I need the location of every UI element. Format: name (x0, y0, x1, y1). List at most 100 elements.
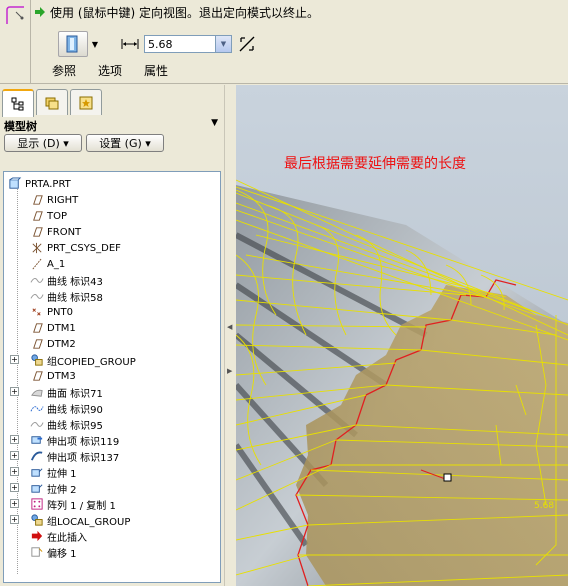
tree-row-label: 组LOCAL_GROUP (47, 516, 131, 528)
expand-icon[interactable]: + (10, 451, 19, 460)
datum-axis-icon (32, 258, 42, 270)
tree-row[interactable]: 组COPIED_GROUP (30, 352, 136, 368)
curve-blue-icon (30, 406, 44, 412)
tree-row[interactable]: DTM2 (30, 336, 76, 352)
tree-row[interactable]: 阵列 1 / 复制 1 (30, 496, 116, 512)
extrude-icon (31, 484, 43, 493)
curve-icon (30, 294, 44, 299)
model-tree-icon (11, 97, 24, 111)
tree-row[interactable]: PNT0 (30, 304, 73, 320)
expand-icon[interactable]: + (10, 483, 19, 492)
dimension-icon (121, 39, 139, 49)
datum-plane-icon (33, 211, 43, 221)
graphics-window[interactable]: 最后根据需要延伸需要的长度 5.68 (236, 85, 568, 586)
tree-row-label: DTM2 (47, 338, 76, 350)
tree-row[interactable]: 曲线 标识95 (30, 416, 103, 432)
tree-row[interactable]: DTM3 (30, 368, 76, 384)
dashboard-tabs: 参照 选项 属性 (52, 62, 190, 79)
insert-here-icon (31, 530, 43, 542)
sweep-icon (31, 451, 43, 461)
model-tree: PRTA.PRT RIGHT TOP FRONT PRT_CSYS_DEF A_1 曲线 标… (3, 171, 221, 583)
tree-row[interactable]: PRTA.PRT (8, 176, 71, 192)
expand-icon[interactable]: + (10, 499, 19, 508)
tree-row-label: DTM1 (47, 322, 76, 334)
tree-row-label: 曲线 标识95 (47, 420, 103, 432)
expand-icon[interactable]: + (10, 435, 19, 444)
tree-row[interactable]: 拉伸 2 (30, 480, 77, 496)
tree-row-label: 曲线 标识43 (47, 276, 103, 288)
tree-row[interactable]: 曲面 标识71 (30, 384, 103, 400)
tree-row-label: 拉伸 1 (47, 468, 77, 480)
surface-icon (31, 389, 43, 397)
tree-row[interactable]: 曲线 标识90 (30, 400, 103, 416)
tree-row-label: FRONT (47, 226, 82, 238)
tree-row[interactable]: A_1 (30, 256, 65, 272)
tree-row[interactable]: 伸出项 标识137 (30, 448, 119, 464)
tree-row-label: PRT_CSYS_DEF (47, 242, 121, 254)
flip-direction-icon[interactable] (238, 35, 256, 53)
tree-row[interactable]: 伸出项 标识119 (30, 432, 119, 448)
tree-row[interactable]: 拉伸 1 (30, 464, 77, 480)
tree-row[interactable]: DTM1 (30, 320, 76, 336)
tree-row[interactable]: 曲线 标识58 (30, 288, 103, 304)
curve-icon (30, 422, 44, 427)
expand-icon[interactable]: + (10, 387, 19, 396)
expand-right-icon[interactable]: ▶ (227, 367, 233, 377)
tree-row-label: 偏移 1 (47, 548, 77, 560)
message-row: 使用 (鼠标中键) 定向视图。退出定向模式以终止。 (34, 4, 319, 20)
tree-row[interactable]: 组LOCAL_GROUP (30, 512, 130, 528)
expand-icon[interactable]: + (10, 467, 19, 476)
model-tree-title: 模型树 (4, 120, 37, 133)
pattern-icon (31, 498, 43, 510)
tree-row-label: 曲面 标识71 (47, 388, 103, 400)
tree-row[interactable]: RIGHT (30, 192, 78, 208)
tree-row-label: 曲线 标识58 (47, 292, 103, 304)
collapse-left-icon[interactable]: ◀ (227, 323, 233, 333)
expand-icon[interactable]: + (10, 355, 19, 364)
expand-icon[interactable]: + (10, 515, 19, 524)
tab-folder-browser[interactable] (36, 89, 68, 115)
part-icon (9, 177, 22, 189)
tree-row[interactable]: PRT_CSYS_DEF (30, 240, 121, 256)
tab-references[interactable]: 参照 (52, 62, 76, 79)
group-icon (31, 354, 43, 366)
tab-properties[interactable]: 属性 (144, 62, 168, 79)
dimension-dropdown-icon[interactable]: ▼ (215, 36, 231, 52)
tree-row-label: 伸出项 标识119 (47, 436, 120, 448)
tool-row: ▼ 5.68 ▼ (58, 30, 256, 58)
tree-row[interactable]: 曲线 标识43 (30, 272, 103, 288)
tree-row[interactable]: TOP (30, 208, 67, 224)
tree-menu-arrow-icon[interactable]: ▼ (211, 118, 218, 128)
dimension-label[interactable]: 5.68 (534, 501, 554, 511)
tree-row[interactable]: FRONT (30, 224, 81, 240)
folder-browser-icon (45, 97, 59, 109)
panel-sash[interactable]: ◀ ▶ (224, 85, 236, 586)
tree-row-label: 阵列 1 / 复制 1 (47, 500, 116, 512)
show-button[interactable]: 显示 (D) ▾ (4, 134, 82, 152)
drag-handle[interactable] (443, 473, 452, 482)
reference-icon (66, 35, 78, 53)
tree-row-label: 伸出项 标识137 (47, 452, 120, 464)
status-message: 使用 (鼠标中键) 定向视图。退出定向模式以终止。 (50, 5, 319, 20)
dimension-input[interactable]: 5.68 ▼ (144, 35, 232, 53)
tree-row-label: 在此插入 (47, 532, 87, 544)
tree-row-label: 组COPIED_GROUP (47, 356, 136, 368)
tab-favorites[interactable] (70, 89, 102, 115)
csys-icon (32, 242, 42, 254)
tree-row-label: PRTA.PRT (25, 178, 71, 190)
datum-plane-icon (33, 371, 43, 381)
navigator-tabs (2, 89, 104, 117)
navigator-panel: 模型树 ▼ 显示 (D) ▾ 设置 (G) ▾ PRTA.PRT RIGHT TOP… (0, 85, 224, 586)
tree-row[interactable]: 在此插入 (30, 528, 87, 544)
group-icon (31, 514, 43, 526)
tab-options[interactable]: 选项 (98, 62, 122, 79)
reference-dropdown-arrow[interactable]: ▼ (90, 40, 100, 49)
tab-model-tree[interactable] (2, 89, 34, 117)
settings-button[interactable]: 设置 (G) ▾ (86, 134, 164, 152)
datum-point-icon (32, 308, 41, 316)
extrude-icon (31, 468, 43, 477)
reference-button[interactable] (58, 31, 88, 57)
datum-plane-icon (33, 323, 43, 333)
tree-row[interactable]: 偏移 1 (30, 544, 77, 560)
datum-plane-icon (33, 339, 43, 349)
